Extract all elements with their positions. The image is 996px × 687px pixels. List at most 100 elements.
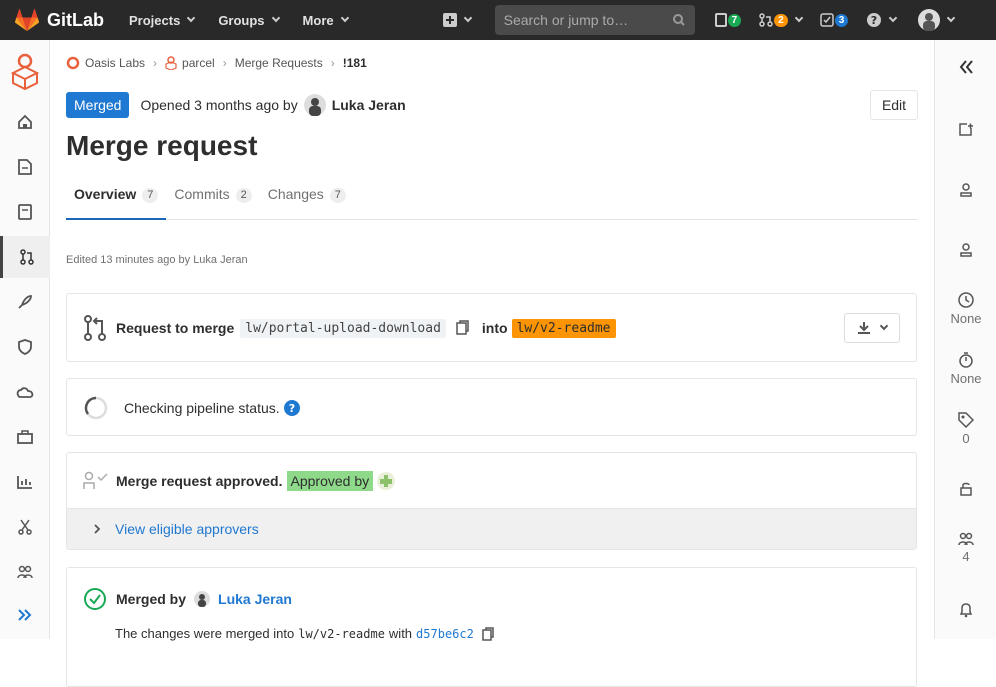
svg-text:?: ? <box>871 14 877 27</box>
copy-icon[interactable] <box>456 320 470 336</box>
oasis-group-icon <box>66 56 80 70</box>
nav-more-label: More <box>302 12 334 28</box>
merged-author-link[interactable]: Luka Jeran <box>218 591 292 607</box>
download-icon <box>858 322 870 334</box>
breadcrumb-section[interactable]: Merge Requests <box>235 56 323 70</box>
approval-user-check-icon <box>83 471 108 489</box>
merge-request-icon <box>759 13 773 27</box>
tag-icon <box>958 412 974 428</box>
sidebar-item-packages[interactable] <box>0 416 50 458</box>
todo-add-button[interactable] <box>935 122 996 136</box>
sidebar-item-members[interactable] <box>0 551 50 593</box>
view-eligible-approvers-link[interactable]: View eligible approvers <box>115 521 259 537</box>
labels-button[interactable]: 0 <box>935 412 996 446</box>
reviewer-button[interactable] <box>935 243 996 257</box>
chevron-down-icon <box>463 13 472 23</box>
avatar[interactable] <box>194 591 211 607</box>
assignee-button[interactable] <box>935 183 996 197</box>
notifications-button[interactable] <box>935 602 996 618</box>
new-dropdown[interactable] <box>442 13 472 27</box>
double-chevron-left-icon <box>959 60 973 74</box>
view-eligible-approvers-row[interactable]: View eligible approvers <box>67 508 916 549</box>
todos-button[interactable]: 3 <box>819 13 849 27</box>
tab-overview-count: 7 <box>142 188 159 203</box>
scissors-icon <box>18 519 32 535</box>
breadcrumb-project[interactable]: parcel <box>182 56 215 70</box>
nav-projects-label: Projects <box>129 12 181 28</box>
tab-changes[interactable]: Changes 7 <box>260 184 354 220</box>
target-branch[interactable]: lw/v2-readme <box>511 318 616 338</box>
users-icon <box>958 532 974 546</box>
time-tracking-value: None <box>950 371 982 386</box>
status-badge: Merged <box>66 92 130 118</box>
approval-status-text: Merge request approved. <box>116 473 283 489</box>
parcel-project-icon <box>165 56 177 70</box>
sidebar-item-project[interactable] <box>0 101 50 143</box>
help-dropdown[interactable]: ? <box>866 12 898 28</box>
avatar <box>918 9 941 31</box>
time-tracking-button[interactable]: None <box>935 352 996 386</box>
sidebar-item-security[interactable] <box>0 326 50 368</box>
sidebar-item-merge-requests[interactable] <box>0 236 50 278</box>
question-icon[interactable]: ? <box>283 400 300 416</box>
user-icon <box>960 243 972 257</box>
merge-requests-button[interactable]: 2 <box>759 13 803 27</box>
chevron-right-icon: › <box>222 56 227 70</box>
collapse-right-sidebar-button[interactable] <box>935 60 996 74</box>
project-avatar[interactable] <box>0 50 50 92</box>
avatar[interactable] <box>377 472 396 490</box>
breadcrumb-group[interactable]: Oasis Labs <box>85 56 145 70</box>
participants-count: 4 <box>962 549 970 564</box>
into-label: into <box>481 320 508 336</box>
merge-commit-link[interactable]: d57be6c2 <box>416 627 474 641</box>
user-menu[interactable] <box>918 9 956 31</box>
sidebar-item-snippets[interactable] <box>0 506 50 548</box>
double-chevron-right-icon <box>18 609 32 621</box>
tab-changes-count: 7 <box>329 188 346 203</box>
chart-icon <box>17 476 32 489</box>
search-input[interactable]: Search or jump to… <box>494 5 695 35</box>
chevron-down-icon <box>271 13 280 23</box>
sidebar-item-issues[interactable] <box>0 191 50 233</box>
avatar[interactable] <box>303 94 326 116</box>
nav-more[interactable]: More <box>302 12 349 28</box>
download-dropdown[interactable] <box>844 313 900 343</box>
todo-add-icon <box>959 123 973 136</box>
tab-overview[interactable]: Overview 7 <box>66 184 167 220</box>
nav-groups[interactable]: Groups <box>218 13 280 28</box>
approval-widget: Merge request approved. Approved by View… <box>66 452 917 550</box>
merged-target-branch: lw/v2-readme <box>298 626 385 641</box>
shield-icon <box>18 339 32 355</box>
approved-by-label: Approved by <box>286 471 374 491</box>
question-icon: ? <box>867 13 882 27</box>
opened-text: Opened 3 months ago by <box>140 97 298 113</box>
issues-icon <box>714 13 727 27</box>
clock-icon <box>958 292 974 308</box>
tab-commits[interactable]: Commits 2 <box>166 184 259 220</box>
sidebar-item-cicd[interactable] <box>0 281 50 323</box>
merge-request-icon <box>84 315 106 341</box>
copy-icon[interactable] <box>482 626 494 641</box>
sidebar-item-analytics[interactable] <box>0 461 50 503</box>
svg-text:?: ? <box>288 402 294 415</box>
issues-button[interactable]: 7 <box>714 13 742 27</box>
edit-button[interactable]: Edit <box>870 90 918 120</box>
sidebar-item-repository[interactable] <box>0 146 50 188</box>
edited-note: Edited 13 minutes ago by Luka Jeran <box>66 254 248 266</box>
lock-button[interactable] <box>935 482 996 496</box>
participants-button[interactable]: 4 <box>935 532 996 564</box>
tab-commits-count: 2 <box>235 188 252 203</box>
author-link[interactable]: Luka Jeran <box>332 97 406 113</box>
nav-projects[interactable]: Projects <box>129 12 196 28</box>
gitlab-logo[interactable]: GitLab <box>15 9 105 31</box>
source-branch[interactable]: lw/portal-upload-download <box>240 318 446 338</box>
search-icon <box>672 14 685 26</box>
collapse-sidebar-button[interactable] <box>0 594 50 636</box>
gitlab-tanuki-icon <box>15 9 39 31</box>
sidebar-item-operations[interactable] <box>0 371 50 413</box>
breadcrumb: Oasis Labs › parcel › Merge Requests › !… <box>66 56 367 70</box>
lock-open-icon <box>960 482 972 496</box>
breadcrumb-mr[interactable]: !181 <box>343 56 367 70</box>
milestone-button[interactable]: None <box>935 292 996 326</box>
merge-request-widget: Request to merge lw/portal-upload-downlo… <box>66 293 917 362</box>
